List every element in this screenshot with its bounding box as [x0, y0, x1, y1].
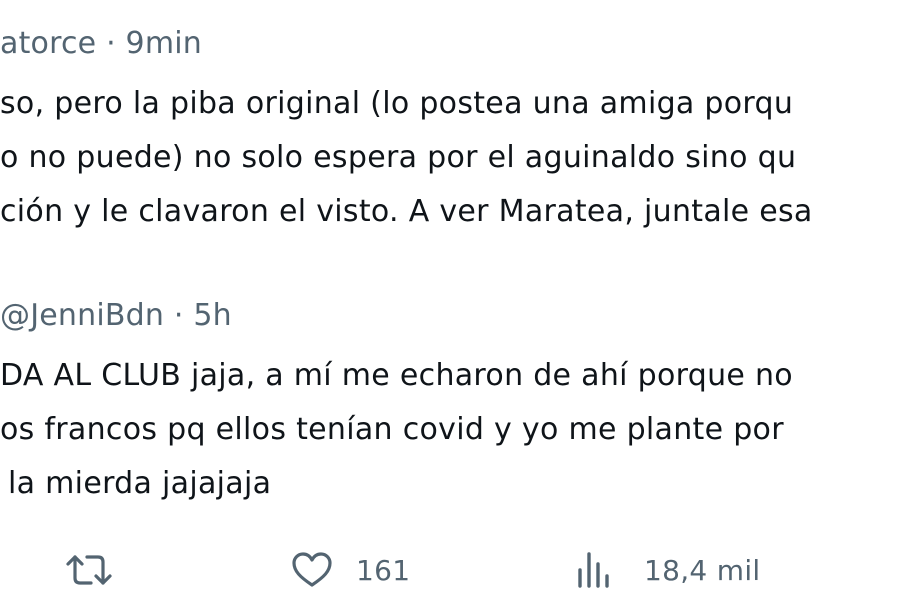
views-chart-icon [574, 550, 614, 590]
like-count: 161 [356, 553, 411, 587]
tweet-1-text-line-3: ción y le clavaron el visto. A ver Marat… [0, 194, 813, 229]
tweet-2-text-line-3: la mierda jajajaja [8, 466, 272, 501]
tweet-action-bar: 161 18,4 mil [0, 540, 900, 600]
tweet-2-text-line-1: DA AL CLUB jaja, a mí me echaron de ahí … [0, 358, 793, 393]
views-button[interactable]: 18,4 mil [574, 540, 760, 600]
tweet-2-text-line-2: os francos pq ellos tenían covid y yo me… [0, 412, 784, 447]
tweet-1-meta: atorce · 9min [0, 26, 202, 61]
tweet-2-meta: @JenniBdn · 5h [0, 298, 232, 333]
heart-icon [290, 550, 334, 590]
retweet-button[interactable] [64, 540, 114, 600]
tweet-1-text-line-1: so, pero la piba original (lo postea una… [0, 86, 794, 121]
views-count: 18,4 mil [644, 553, 761, 587]
like-button[interactable]: 161 [290, 540, 410, 600]
tweet-1-text-line-2: o no puede) no solo espera por el aguina… [0, 140, 797, 175]
retweet-icon [64, 550, 114, 590]
